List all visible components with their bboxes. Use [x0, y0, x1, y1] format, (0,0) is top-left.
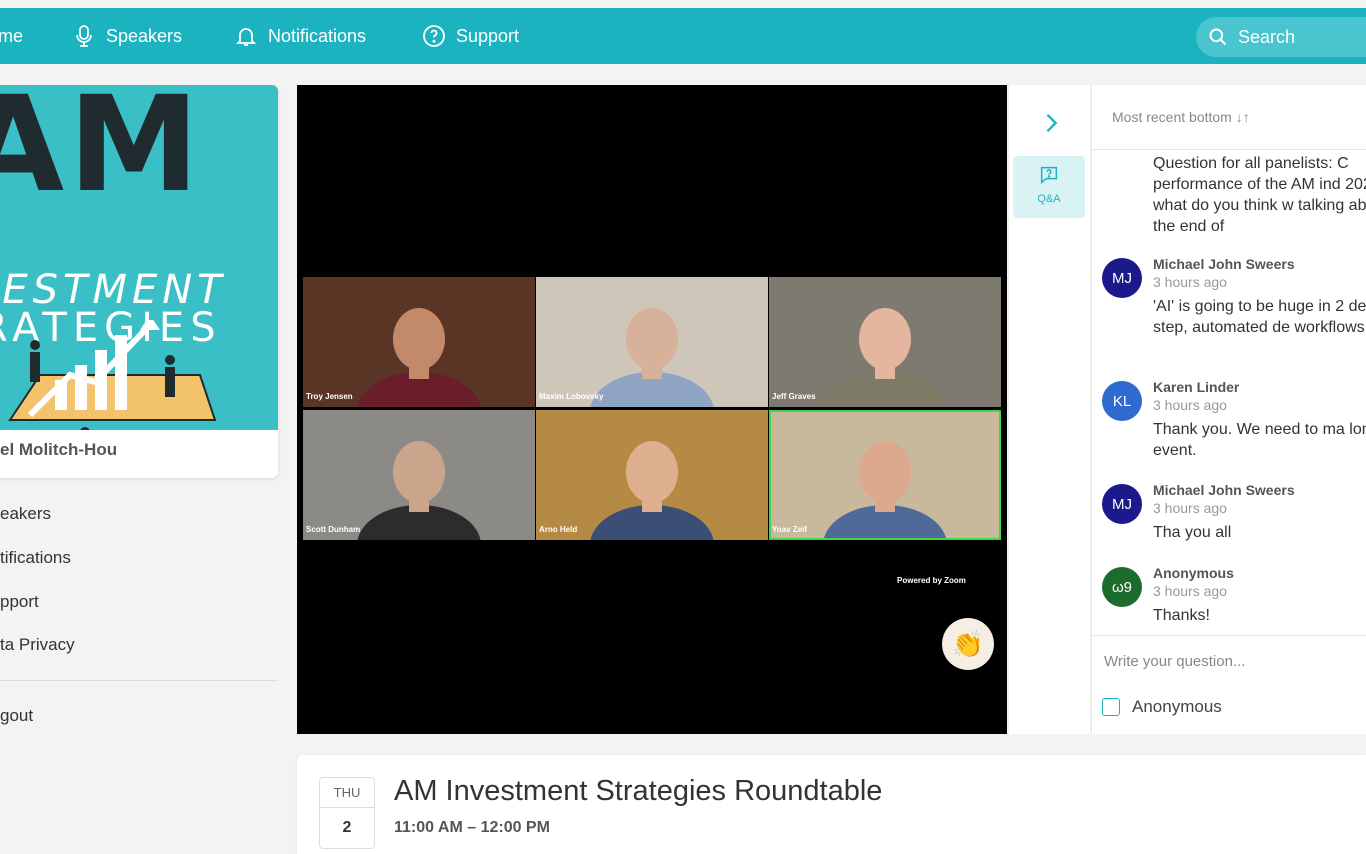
- participant-tile[interactable]: Maxim Lobovsky: [536, 277, 768, 407]
- nav-speakers[interactable]: Speakers: [72, 8, 182, 64]
- nav-speakers-label: Speakers: [106, 25, 183, 46]
- question-text: Question for all panelists: C performanc…: [1153, 155, 1366, 235]
- sidebar-divider: [0, 680, 278, 681]
- message-text: Thank you. We need to ma longer event.: [1153, 421, 1366, 459]
- sidebar-item-logout[interactable]: gout: [0, 706, 33, 726]
- participant-video: [303, 277, 535, 407]
- sidebar-item-support[interactable]: pport: [0, 592, 39, 612]
- clapping-hands-icon[interactable]: 👏: [942, 618, 994, 670]
- message-time: 3 hours ago: [1153, 583, 1227, 599]
- question-chat-icon: [1040, 166, 1058, 184]
- bell-icon: [235, 28, 257, 46]
- participant-video: [769, 277, 1001, 407]
- chevron-right-icon[interactable]: [1037, 109, 1065, 137]
- message-author: Michael John Sweers: [1153, 256, 1295, 272]
- event-info-card: THU 2 AM Investment Strategies Roundtabl…: [297, 755, 1366, 854]
- growth-chart-illustration: [8, 320, 217, 430]
- anonymous-checkbox[interactable]: [1102, 698, 1120, 716]
- message-time: 3 hours ago: [1153, 500, 1227, 516]
- message-text: Tha you all: [1153, 524, 1232, 541]
- date-day: THU: [320, 778, 374, 808]
- tab-qa-label: Q&A: [1037, 193, 1061, 205]
- sidebar-item-data-privacy[interactable]: ta Privacy: [0, 635, 75, 655]
- participant-name: Yoav Zeif: [772, 525, 807, 534]
- anonymous-label: Anonymous: [1132, 697, 1222, 716]
- logo-text-am: AM: [0, 85, 204, 222]
- top-nav-bar: me Speakers Notifications Support Search: [0, 8, 1366, 64]
- search-label: Search: [1238, 26, 1296, 47]
- participant-tile[interactable]: Jeff Graves: [769, 277, 1001, 407]
- sidebar-item-notifications[interactable]: tifications: [0, 548, 71, 568]
- avatar: KL: [1102, 381, 1142, 421]
- participant-video: [303, 410, 535, 540]
- video-stream[interactable]: Troy Jensen Maxim Lobovsky Jeff Graves Scot…: [297, 85, 1007, 734]
- avatar: MJ: [1102, 258, 1142, 298]
- search-icon: [1209, 28, 1227, 46]
- message-author: Anonymous: [1153, 565, 1234, 581]
- question-circle-icon: [423, 25, 445, 47]
- message-author: Karen Linder: [1153, 379, 1240, 395]
- qa-panel: Most recent bottom ↓↑ Question for all p…: [1091, 85, 1366, 734]
- search-box[interactable]: Search: [1196, 17, 1366, 57]
- participant-name: Maxim Lobovsky: [539, 392, 604, 401]
- participant-name: Troy Jensen: [306, 392, 353, 401]
- nav-home[interactable]: me: [0, 8, 23, 64]
- avatar: ω9: [1102, 567, 1142, 607]
- side-tab-strip: Q&A: [1008, 85, 1090, 734]
- participant-tile[interactable]: Scott Dunham: [303, 410, 535, 540]
- profile-card: AM VESTMENT RATEGIES el Molitch-Hou: [0, 85, 278, 478]
- nav-support-label: Support: [456, 25, 520, 46]
- participant-tile[interactable]: Yoav Zeif: [769, 410, 1001, 540]
- participant-name: Jeff Graves: [772, 392, 816, 401]
- event-logo: AM VESTMENT RATEGIES: [0, 85, 278, 430]
- participant-tile[interactable]: Troy Jensen: [303, 277, 535, 407]
- sort-toggle[interactable]: Most recent bottom ↓↑: [1112, 109, 1250, 125]
- user-name: el Molitch-Hou: [0, 440, 118, 459]
- participant-video: [769, 410, 1001, 540]
- nav-notifications-label: Notifications: [268, 25, 367, 46]
- date-number: 2: [342, 819, 352, 836]
- qa-input-divider: [1092, 635, 1366, 636]
- message-text: 'AI' is going to be huge in 2 design ste…: [1153, 298, 1366, 336]
- message-author: Michael John Sweers: [1153, 482, 1295, 498]
- participant-video: [536, 410, 768, 540]
- date-badge: THU 2: [319, 777, 375, 849]
- nav-notifications[interactable]: Notifications: [234, 8, 366, 64]
- question-input[interactable]: Write your question...: [1104, 653, 1245, 670]
- avatar: MJ: [1102, 484, 1142, 524]
- qa-header-divider: [1092, 149, 1366, 150]
- participant-tile[interactable]: Arno Held: [536, 410, 768, 540]
- event-title: AM Investment Strategies Roundtable: [394, 775, 883, 807]
- sidebar-item-speakers[interactable]: eakers: [0, 504, 51, 524]
- tab-qa[interactable]: Q&A: [1013, 156, 1085, 218]
- microphone-icon: [76, 25, 92, 47]
- participant-video: [536, 277, 768, 407]
- nav-support[interactable]: Support: [422, 8, 519, 64]
- message-text: Thanks!: [1153, 607, 1210, 624]
- nav-home-label: me: [0, 25, 24, 46]
- participant-name: Scott Dunham: [306, 525, 361, 534]
- powered-by-zoom: Powered by Zoom: [897, 576, 966, 585]
- message-time: 3 hours ago: [1153, 274, 1227, 290]
- event-time: 11:00 AM – 12:00 PM: [394, 819, 550, 836]
- participant-name: Arno Held: [539, 525, 578, 534]
- anonymous-option[interactable]: Anonymous: [1102, 697, 1222, 717]
- message-time: 3 hours ago: [1153, 397, 1227, 413]
